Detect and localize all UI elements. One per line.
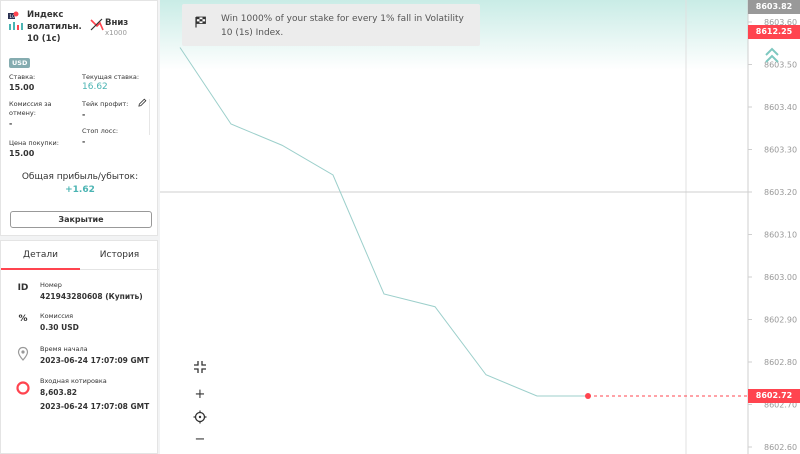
- total-pl-value: +1.62: [65, 185, 95, 195]
- current-stake-value: 16.62: [82, 82, 108, 92]
- contract-header: 10 Индекс волатильн. 10 (1с) Вниз x1000: [7, 7, 157, 49]
- trend-down-icon: [90, 18, 104, 31]
- pin-icon: [17, 346, 29, 361]
- stop-loss-value: -: [82, 137, 86, 146]
- reset-view-button[interactable]: [188, 406, 212, 428]
- current-stake-label: Текущая ставка:: [82, 73, 140, 81]
- total-pl-label: Общая прибыль/убыток:: [21, 172, 139, 182]
- direction-label: Вниз: [105, 18, 129, 28]
- buy-price-label: Цена покупки:: [9, 139, 59, 147]
- detail-value: 0.30 USD: [40, 323, 79, 332]
- flag-icon: [195, 16, 206, 28]
- contract-panel: 10 Индекс волатильн. 10 (1с) Вниз x1000 …: [0, 0, 160, 454]
- cancel-fee-label: Комиссия за отмену:: [9, 100, 52, 117]
- id-icon: ID: [17, 283, 29, 293]
- take-profit-label: Тейк профит:: [82, 100, 129, 108]
- stop-loss-label: Стоп лосс:: [82, 127, 119, 135]
- detail-value: 421943280608 (Купить): [40, 292, 143, 301]
- collapse-icon: [194, 361, 206, 373]
- detail-value-secondary: 2023-06-24 17:07:08 GMT: [40, 402, 150, 411]
- edit-pencil-icon[interactable]: [138, 98, 147, 107]
- y-tick-label: 8603.00: [764, 273, 797, 282]
- detail-label: Комиссия: [40, 312, 74, 320]
- percent-icon: %: [18, 314, 28, 324]
- zoom-out-button[interactable]: −: [188, 429, 212, 451]
- y-tick-label: 8603.20: [764, 188, 797, 197]
- current-price-dot: [585, 393, 591, 399]
- barrier-price-badge: 8612.25: [748, 25, 800, 39]
- cancel-fee-value: -: [9, 119, 13, 128]
- chart-canvas[interactable]: 8603.608603.508603.408603.308603.208603.…: [160, 0, 800, 454]
- top-price-badge: 8603.82: [748, 0, 800, 14]
- info-banner: Win 1000% of your stake for every 1% fal…: [182, 4, 480, 46]
- detail-value: 2023-06-24 17:07:09 GMT: [40, 356, 150, 365]
- stake-value: 15.00: [9, 83, 35, 92]
- buy-price-value: 15.00: [9, 149, 35, 158]
- take-profit-value: -: [82, 110, 86, 119]
- detail-label: Входная котировка: [40, 377, 107, 385]
- contract-card: 10 Индекс волатильн. 10 (1с) Вниз x1000 …: [0, 0, 158, 236]
- multiplier-label: x1000: [105, 29, 127, 37]
- crosshair-icon: [193, 410, 207, 424]
- volatility-index-icon: 10: [8, 11, 23, 30]
- zoom-in-button[interactable]: +: [188, 384, 212, 406]
- zoom-fit-button[interactable]: [188, 356, 212, 378]
- current-price-badge: 8602.72: [748, 389, 800, 403]
- y-tick-label: 8603.30: [764, 146, 797, 155]
- y-tick-label: 8602.90: [764, 316, 797, 325]
- banner-text: Win 1000% of your stake for every 1% fal…: [221, 14, 464, 38]
- currency-badge: USD: [9, 58, 31, 68]
- tp-sl-divider: [149, 99, 150, 135]
- y-tick-label: 8603.10: [764, 231, 797, 240]
- detail-label: Время начала: [40, 345, 88, 353]
- y-tick-label: 8602.80: [764, 358, 797, 367]
- price-chart[interactable]: 8603.60 8603.50 8603.40 8603.30 8603.20 8603.…: [160, 0, 800, 454]
- tab-history[interactable]: История: [80, 241, 159, 270]
- chevrons-up-icon: [765, 47, 779, 63]
- y-tick-label: 8603.40: [764, 103, 797, 112]
- circle-icon: [16, 381, 30, 395]
- asset-name: Индекс волатильн. 10 (1с): [27, 10, 82, 44]
- tab-details[interactable]: Детали: [1, 241, 80, 270]
- details-panel: Детали История ID Номер 421943280608 (Ку…: [0, 240, 159, 454]
- detail-value: 8,603.82: [40, 388, 78, 397]
- detail-label: Номер: [40, 281, 62, 289]
- stake-label: Ставка:: [9, 73, 36, 81]
- y-tick-label: 8602.60: [764, 443, 797, 452]
- series-line: [179, 47, 588, 397]
- close-contract-button[interactable]: Закрытие: [10, 211, 152, 228]
